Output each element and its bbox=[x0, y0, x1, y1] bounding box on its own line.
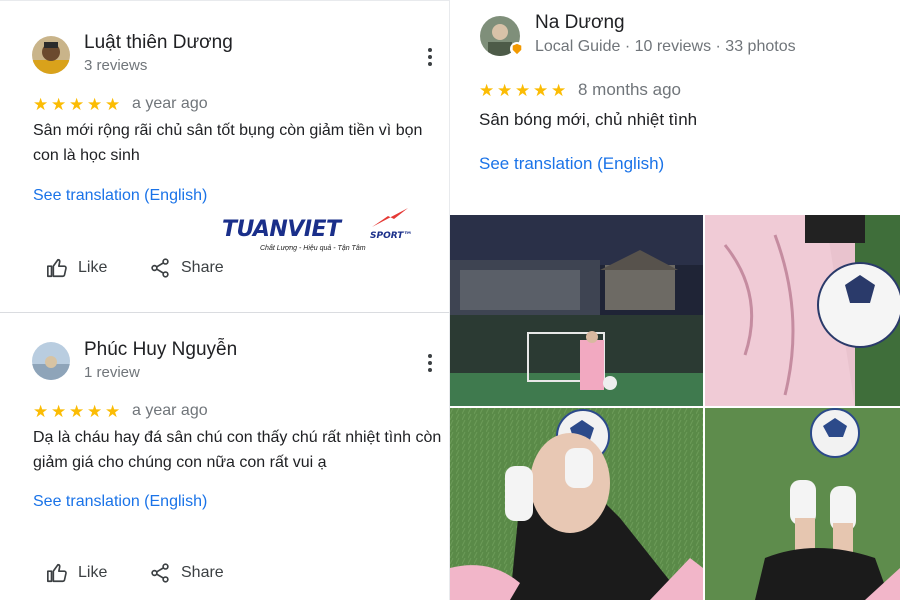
star-icon: ★ bbox=[479, 80, 495, 100]
review-date: a year ago bbox=[132, 95, 208, 112]
share-button[interactable]: Share bbox=[149, 562, 224, 584]
rating-row: ★ ★ ★ ★ ★ a year ago bbox=[33, 95, 208, 113]
star-rating: ★ ★ ★ ★ ★ bbox=[33, 403, 122, 420]
share-icon bbox=[151, 563, 169, 583]
local-guide-badge-icon bbox=[510, 42, 524, 56]
reviewer-name[interactable]: Na Dương bbox=[535, 12, 625, 34]
review-photo-night-field[interactable] bbox=[450, 215, 703, 406]
see-translation-link[interactable]: See translation (English) bbox=[33, 493, 207, 511]
star-rating: ★ ★ ★ ★ ★ bbox=[33, 96, 122, 113]
review-photo-feet-ball-1[interactable] bbox=[450, 408, 703, 600]
share-icon bbox=[151, 258, 169, 278]
rating-row: ★ ★ ★ ★ ★ a year ago bbox=[33, 402, 208, 420]
more-vert-icon[interactable] bbox=[420, 353, 440, 373]
reviewer-meta: 1 review bbox=[84, 364, 140, 381]
review-card-1: Luật thiên Dương 3 reviews ★ ★ ★ ★ ★ a y… bbox=[0, 0, 450, 312]
logo-wordmark: TUANVIET bbox=[222, 217, 341, 242]
reviewer-name[interactable]: Phúc Huy Nguyễn bbox=[84, 339, 237, 361]
review-photo-ball-jersey[interactable] bbox=[705, 215, 900, 406]
star-icon: ★ bbox=[515, 80, 531, 100]
reviewer-meta: 3 reviews bbox=[84, 57, 148, 74]
star-icon: ★ bbox=[87, 94, 103, 114]
review-text: Sân mới rộng rãi chủ sân tốt bụng còn gi… bbox=[33, 122, 423, 164]
review-date: a year ago bbox=[132, 402, 208, 419]
see-translation-link[interactable]: See translation (English) bbox=[33, 187, 207, 205]
star-icon: ★ bbox=[51, 401, 67, 421]
rating-row: ★ ★ ★ ★ ★ 8 months ago bbox=[479, 80, 681, 100]
star-icon: ★ bbox=[87, 401, 103, 421]
like-button[interactable]: Like bbox=[46, 562, 107, 584]
star-icon: ★ bbox=[33, 94, 49, 114]
thumb-up-icon bbox=[47, 563, 67, 583]
thumb-up-icon bbox=[47, 258, 67, 278]
logo-swoosh-icon bbox=[372, 208, 408, 227]
logo-sub: SPORT™ bbox=[370, 231, 413, 241]
star-icon: ★ bbox=[51, 94, 67, 114]
reviewer-avatar[interactable] bbox=[32, 342, 70, 380]
star-icon: ★ bbox=[105, 94, 121, 114]
more-vert-icon[interactable] bbox=[420, 47, 440, 67]
logo-tagline: Chất Lượng - Hiệu quả - Tận Tâm bbox=[260, 245, 366, 252]
reviewer-meta: Local Guide · 10 reviews · 33 photos bbox=[535, 38, 796, 55]
star-icon: ★ bbox=[33, 401, 49, 421]
like-label: Like bbox=[78, 259, 108, 276]
reviewer-name[interactable]: Luật thiên Dương bbox=[84, 32, 233, 54]
share-label: Share bbox=[181, 259, 224, 276]
tuanviet-sport-logo: TUANVIET SPORT™ Chất Lượng - Hiệu quả - … bbox=[222, 207, 412, 259]
review-photo-feet-ball-2[interactable] bbox=[705, 408, 900, 600]
star-rating: ★ ★ ★ ★ ★ bbox=[479, 82, 568, 99]
review-card-2: Phúc Huy Nguyễn 1 review ★ ★ ★ ★ ★ a yea… bbox=[0, 312, 450, 600]
review-card-3: Na Dương Local Guide · 10 reviews · 33 p… bbox=[450, 0, 900, 600]
star-icon: ★ bbox=[551, 80, 567, 100]
review-text: Sân bóng mới, chủ nhiệt tình bbox=[479, 110, 698, 129]
star-icon: ★ bbox=[69, 94, 85, 114]
star-icon: ★ bbox=[69, 401, 85, 421]
star-icon: ★ bbox=[533, 80, 549, 100]
share-button[interactable]: Share bbox=[149, 257, 224, 279]
like-button[interactable]: Like bbox=[46, 257, 107, 279]
star-icon: ★ bbox=[105, 401, 121, 421]
review-date: 8 months ago bbox=[578, 80, 682, 99]
like-label: Like bbox=[78, 564, 108, 581]
star-icon: ★ bbox=[497, 80, 513, 100]
see-translation-link[interactable]: See translation (English) bbox=[479, 154, 664, 174]
review-text: Dạ là cháu hay đá sân chú con thấy chú r… bbox=[33, 429, 442, 471]
reviewer-avatar[interactable] bbox=[32, 36, 70, 74]
share-label: Share bbox=[181, 564, 224, 581]
